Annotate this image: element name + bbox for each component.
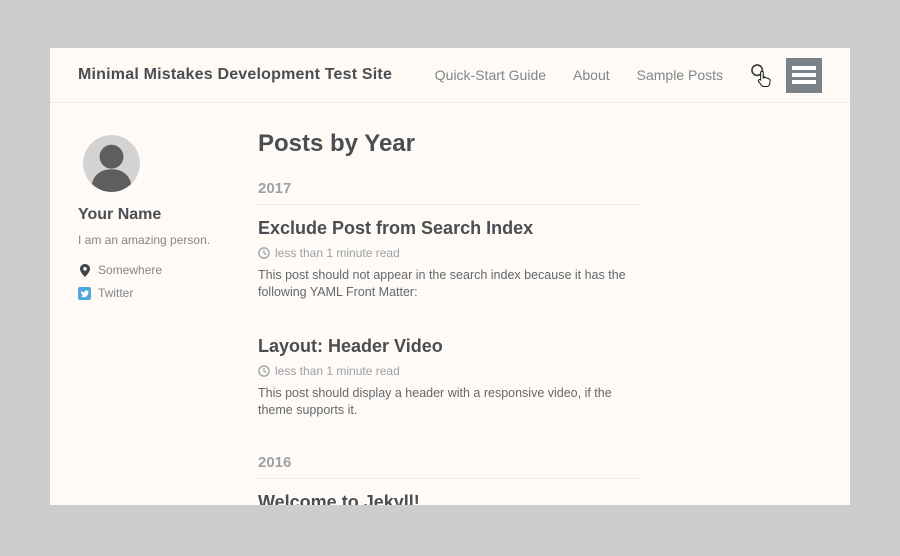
author-link-twitter[interactable]: Twitter — [78, 286, 258, 300]
masthead-nav: Quick-Start Guide About Sample Posts — [408, 58, 822, 93]
post-entry: Exclude Post from Search Index less than… — [258, 218, 640, 301]
nav-link-quick-start-guide[interactable]: Quick-Start Guide — [435, 67, 546, 83]
read-time: less than 1 minute read — [275, 246, 400, 260]
site-title[interactable]: Minimal Mistakes Development Test Site — [78, 66, 392, 84]
search-icon — [750, 63, 768, 81]
author-link-location[interactable]: Somewhere — [78, 263, 258, 277]
post-title-link[interactable]: Exclude Post from Search Index — [258, 218, 640, 239]
author-link-label: Twitter — [98, 286, 133, 300]
archive-main: Posts by Year 2017 Exclude Post from Sea… — [258, 130, 640, 505]
post-entry: Welcome to Jekyll! less than 1 minute re… — [258, 492, 640, 505]
location-pin-icon — [78, 264, 91, 277]
nav-link-sample-posts[interactable]: Sample Posts — [637, 67, 723, 83]
post-excerpt: This post should not appear in the searc… — [258, 267, 640, 301]
avatar[interactable] — [83, 135, 140, 192]
page-content: Your Name I am an amazing person. Somewh… — [50, 103, 850, 505]
year-section-2017: 2017 Exclude Post from Search Index less… — [258, 180, 640, 419]
author-link-label: Somewhere — [98, 263, 162, 277]
post-meta: less than 1 minute read — [258, 364, 640, 378]
menu-button[interactable] — [786, 58, 822, 93]
post-meta: less than 1 minute read — [258, 246, 640, 260]
nav-link-about[interactable]: About — [573, 67, 610, 83]
author-name: Your Name — [78, 206, 258, 224]
page-title: Posts by Year — [258, 130, 640, 158]
browser-page: Minimal Mistakes Development Test Site Q… — [50, 48, 850, 505]
twitter-icon — [78, 287, 91, 300]
year-heading: 2016 — [258, 454, 640, 479]
year-heading: 2017 — [258, 180, 640, 205]
post-title-link[interactable]: Welcome to Jekyll! — [258, 492, 640, 505]
search-button[interactable] — [750, 63, 772, 87]
author-bio: I am an amazing person. — [78, 233, 258, 247]
year-section-2016: 2016 Welcome to Jekyll! less than 1 minu… — [258, 454, 640, 505]
author-links: Somewhere Twitter — [78, 263, 258, 300]
read-time: less than 1 minute read — [275, 364, 400, 378]
person-silhouette-icon — [83, 135, 140, 192]
post-entry: Layout: Header Video less than 1 minute … — [258, 336, 640, 419]
post-title-link[interactable]: Layout: Header Video — [258, 336, 640, 357]
author-sidebar: Your Name I am an amazing person. Somewh… — [78, 130, 258, 505]
menu-icon — [792, 66, 816, 70]
masthead: Minimal Mistakes Development Test Site Q… — [50, 48, 850, 103]
post-excerpt: This post should display a header with a… — [258, 385, 640, 419]
clock-icon — [258, 247, 270, 259]
clock-icon — [258, 365, 270, 377]
